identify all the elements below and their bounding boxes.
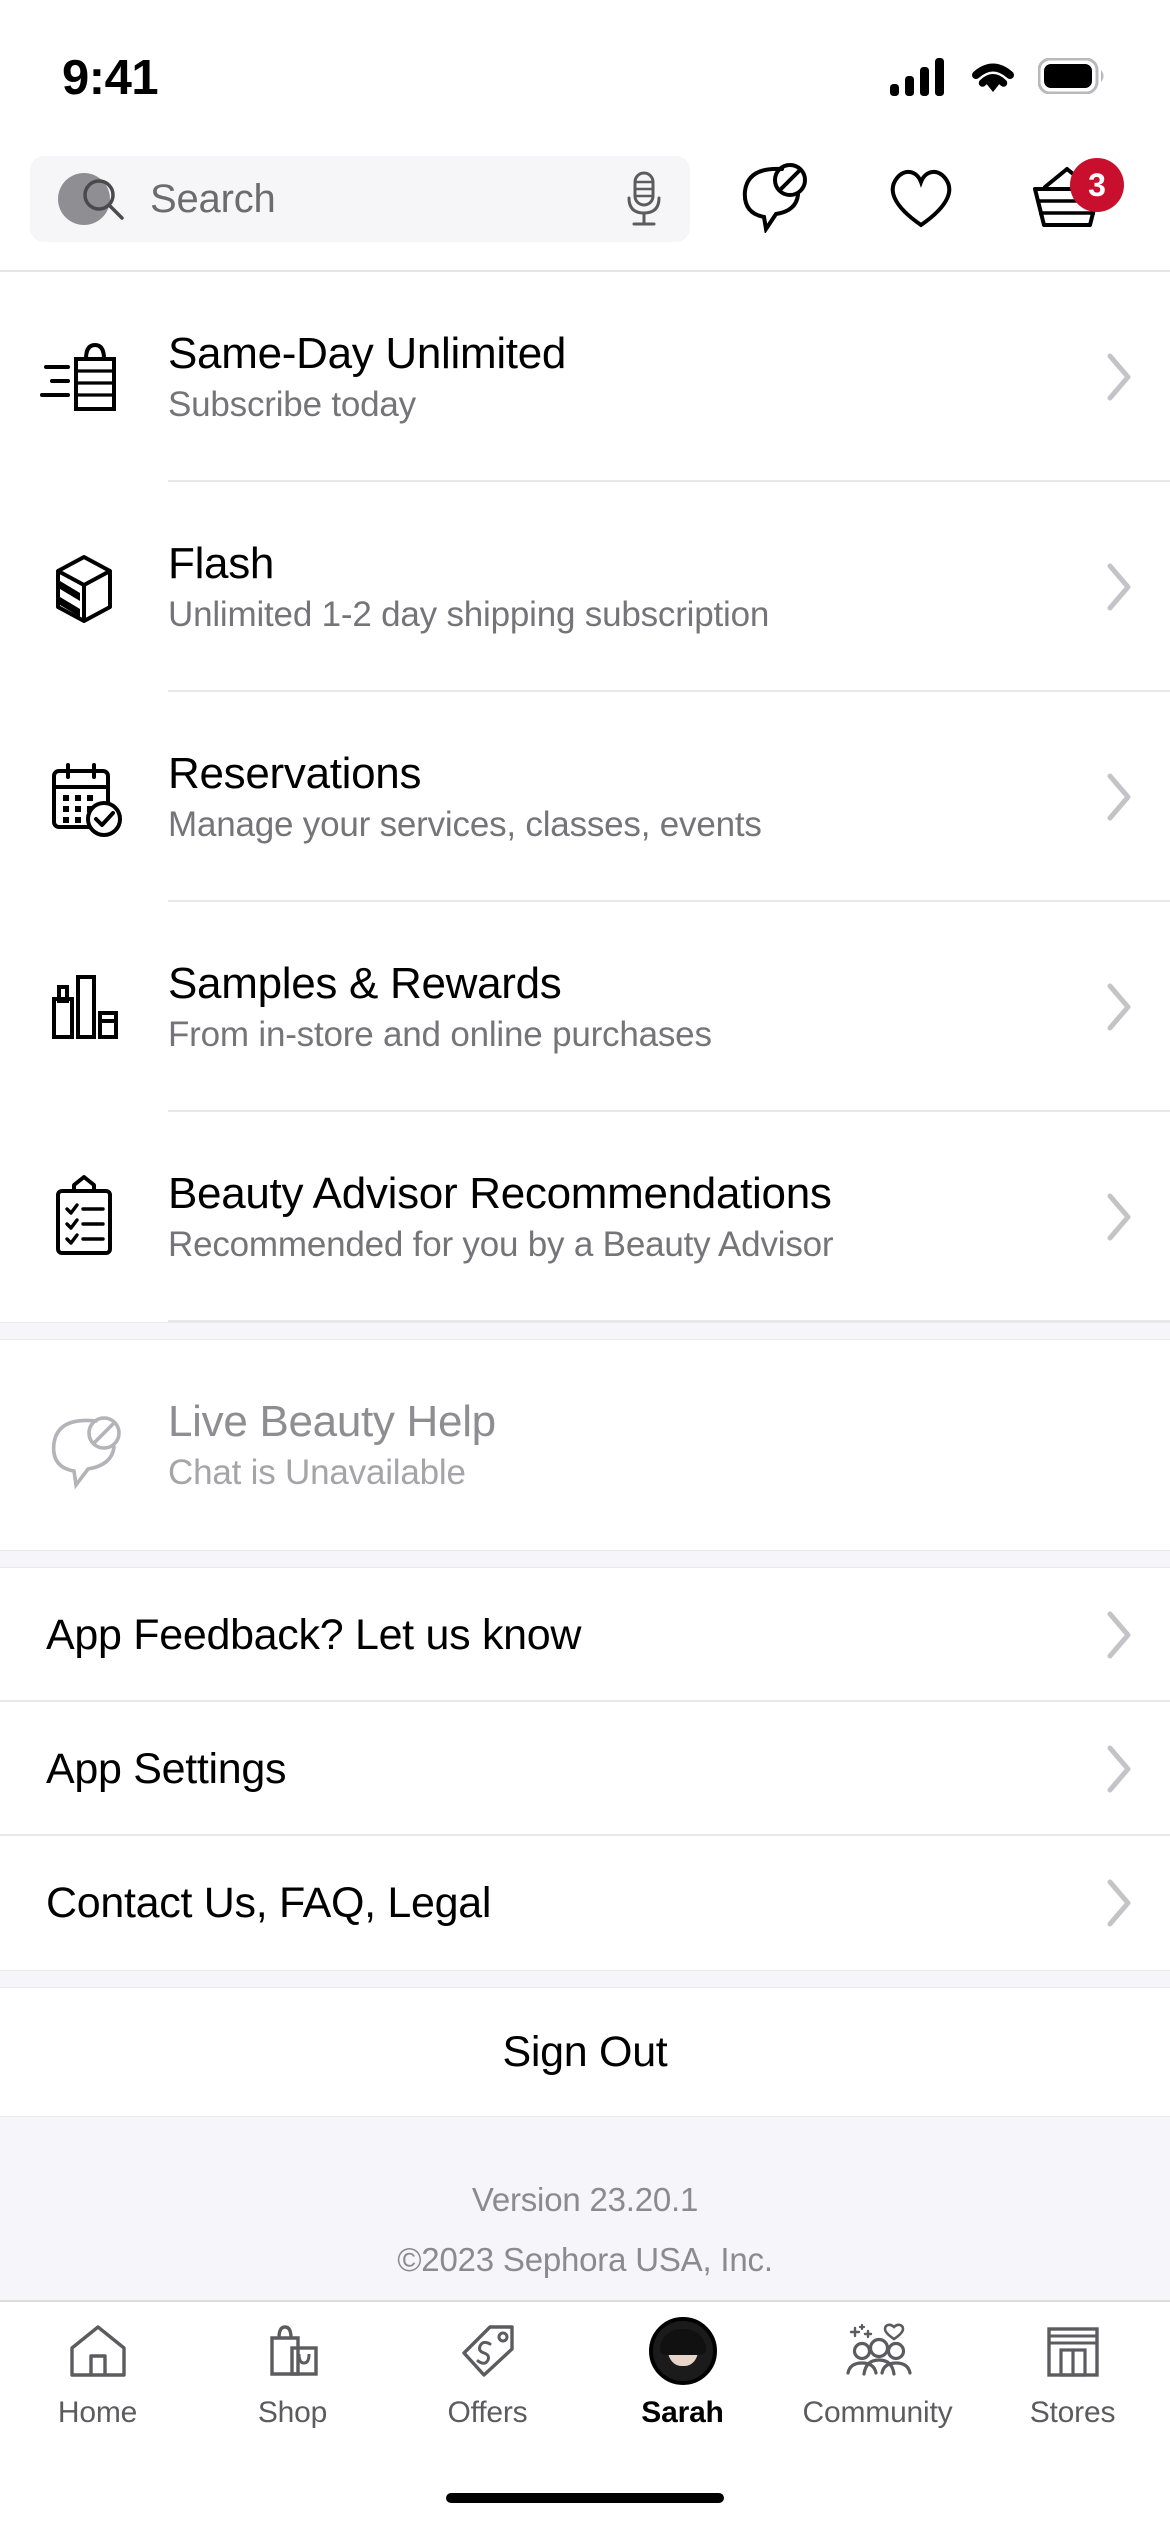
flash-package-icon: [0, 541, 168, 633]
wifi-icon: [966, 56, 1020, 101]
chevron-right-icon: [1104, 351, 1134, 403]
divider: [168, 1320, 1170, 1322]
tab-sarah[interactable]: Sarah: [585, 2317, 780, 2430]
list-item-contact-us-faq-legal[interactable]: Contact Us, FAQ, Legal: [0, 1836, 1170, 1970]
basket-count-badge: 3: [1070, 158, 1124, 212]
section-separator: [0, 1322, 1170, 1340]
tab-label: Home: [57, 2396, 138, 2429]
app-footer: Version 23.20.1 ©2023 Sephora USA, Inc.: [0, 2116, 1170, 2300]
list-item-flash[interactable]: Flash Unlimited 1-2 day shipping subscri…: [0, 482, 1170, 692]
search-bar[interactable]: Search: [30, 156, 690, 242]
heart-icon: [884, 163, 958, 236]
status-bar: 9:41: [0, 0, 1170, 128]
status-bar-icons: [890, 56, 1108, 101]
chevron-right-icon: [1104, 1609, 1134, 1661]
tab-label: Community: [802, 2396, 953, 2429]
community-people-icon: [842, 2318, 914, 2384]
live-chat-button[interactable]: [702, 128, 848, 270]
home-indicator[interactable]: [446, 2493, 724, 2503]
tab-community[interactable]: Community: [780, 2318, 975, 2430]
microphone-icon[interactable]: [624, 171, 664, 227]
list-item-label: Contact Us, FAQ, Legal: [46, 1878, 492, 1927]
list-item-title: Reservations: [168, 748, 422, 798]
chevron-right-icon: [1104, 561, 1134, 613]
sign-out-label: Sign Out: [502, 2027, 668, 2076]
tab-label: Shop: [257, 2396, 328, 2429]
cellular-signal-icon: [890, 56, 948, 101]
app-header: Search 3: [0, 128, 1170, 272]
list-item-beauty-advisor-recommendations[interactable]: Beauty Advisor Recommendations Recommend…: [0, 1112, 1170, 1322]
list-item-title: Flash: [168, 538, 275, 588]
list-item-label: App Feedback? Let us know: [46, 1610, 582, 1659]
list-item-subtitle: Unlimited 1-2 day shipping subscription: [168, 594, 770, 634]
list-item-subtitle: From in-store and online purchases: [168, 1014, 712, 1054]
tab-label: Offers: [447, 2396, 528, 2429]
same-day-delivery-bag-icon: [0, 331, 168, 423]
list-item-subtitle: Subscribe today: [168, 384, 416, 424]
calendar-check-icon: [0, 751, 168, 843]
app-version: Version 23.20.1: [471, 2181, 699, 2218]
bottom-tab-bar: Home Shop Offers Sarah Community Stores: [0, 2300, 1170, 2464]
chevron-right-icon: [1104, 1743, 1134, 1795]
settings-list: Same-Day Unlimited Subscribe today Flash…: [0, 272, 1170, 2300]
list-item-samples-rewards[interactable]: Samples & Rewards From in-store and onli…: [0, 902, 1170, 1112]
list-item-subtitle: Manage your services, classes, events: [168, 804, 762, 844]
list-item-app-settings[interactable]: App Settings: [0, 1702, 1170, 1836]
list-item-live-beauty-help: Live Beauty Help Chat is Unavailable: [0, 1340, 1170, 1550]
avatar: [648, 2317, 717, 2385]
list-item-same-day-unlimited[interactable]: Same-Day Unlimited Subscribe today: [0, 272, 1170, 482]
list-item-text: Live Beauty Help Chat is Unavailable: [168, 1396, 1134, 1492]
tab-shop[interactable]: Shop: [195, 2318, 390, 2430]
search-icon: [80, 176, 126, 222]
chat-unavailable-icon: [738, 161, 812, 238]
list-item-reservations[interactable]: Reservations Manage your services, class…: [0, 692, 1170, 902]
list-item-subtitle: Chat is Unavailable: [168, 1452, 466, 1492]
sign-out-button[interactable]: Sign Out: [0, 1988, 1170, 2116]
storefront-icon: [1042, 2318, 1104, 2384]
section-separator: [0, 1550, 1170, 1568]
shopping-bag-icon: [262, 2318, 324, 2384]
list-item-text: Beauty Advisor Recommendations Recommend…: [168, 1168, 1084, 1264]
list-item-text: Same-Day Unlimited Subscribe today: [168, 328, 1084, 424]
chevron-right-icon: [1104, 981, 1134, 1033]
app-screen: 9:41 Search 3 Same-Day Unlimited Subscri…: [0, 0, 1170, 2532]
chevron-right-icon: [1104, 771, 1134, 823]
list-item-app-feedback[interactable]: App Feedback? Let us know: [0, 1568, 1170, 1702]
loves-button[interactable]: [848, 128, 994, 270]
battery-full-icon: [1037, 57, 1108, 99]
home-icon: [67, 2318, 129, 2384]
search-input[interactable]: Search: [150, 177, 276, 222]
copyright-notice: ©2023 Sephora USA, Inc.: [397, 2241, 773, 2278]
list-item-text: Reservations Manage your services, class…: [168, 748, 1084, 844]
header-actions: 3: [702, 128, 1140, 270]
tab-home[interactable]: Home: [0, 2318, 195, 2430]
user-avatar: [648, 2317, 717, 2385]
price-tag-icon: [457, 2318, 519, 2384]
list-item-title: Live Beauty Help: [168, 1396, 496, 1446]
list-item-label: App Settings: [46, 1744, 287, 1793]
list-item-text: Samples & Rewards From in-store and onli…: [168, 958, 1084, 1054]
chat-unavailable-icon: [0, 1399, 168, 1491]
list-item-title: Samples & Rewards: [168, 958, 562, 1008]
tab-stores[interactable]: Stores: [975, 2318, 1170, 2430]
list-item-title: Beauty Advisor Recommendations: [168, 1168, 832, 1218]
tab-label: Stores: [1029, 2396, 1116, 2429]
home-indicator-area: [0, 2464, 1170, 2532]
sample-bottles-icon: [0, 961, 168, 1053]
clipboard-checklist-icon: [0, 1171, 168, 1263]
list-item-title: Same-Day Unlimited: [168, 328, 567, 378]
chevron-right-icon: [1104, 1191, 1134, 1243]
section-separator: [0, 1970, 1170, 1988]
status-bar-time: 9:41: [62, 51, 159, 105]
chevron-right-icon: [1104, 1877, 1134, 1929]
tab-offers[interactable]: Offers: [390, 2318, 585, 2430]
list-item-text: Flash Unlimited 1-2 day shipping subscri…: [168, 538, 1084, 634]
list-item-subtitle: Recommended for you by a Beauty Advisor: [168, 1224, 834, 1264]
basket-button[interactable]: 3: [994, 128, 1140, 270]
tab-label: Sarah: [641, 2396, 724, 2429]
